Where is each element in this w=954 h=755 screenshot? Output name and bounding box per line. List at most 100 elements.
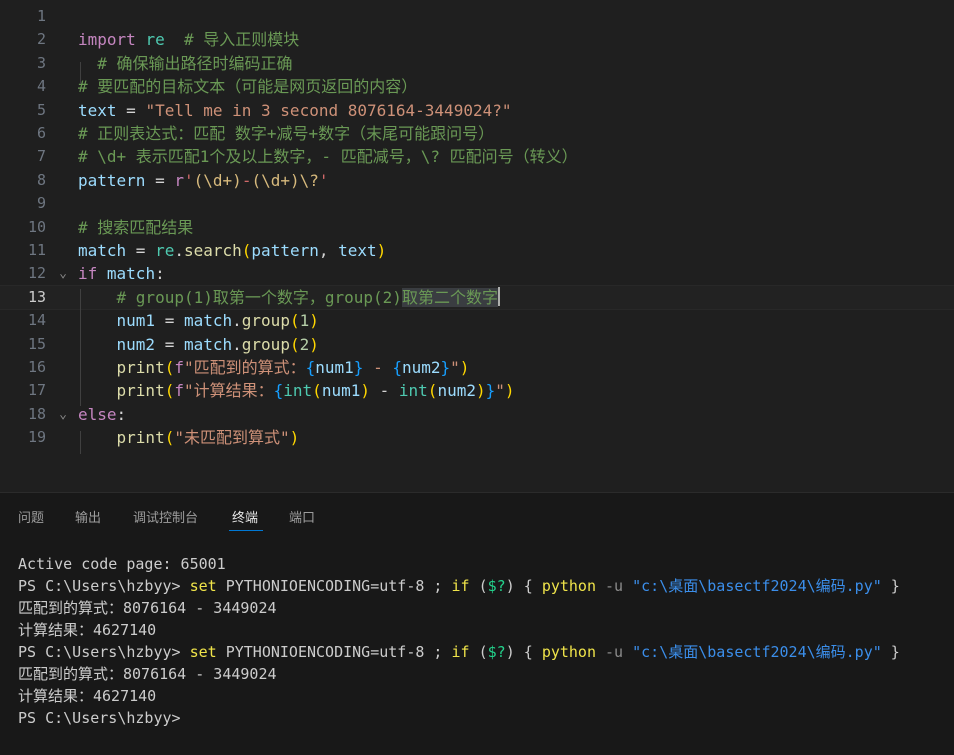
line-number: 10 — [27, 217, 46, 236]
code-token: pattern — [251, 241, 319, 260]
code-token: else — [78, 404, 117, 424]
terminal-line: PS C:\Users\hzbyy> set PYTHONIOENCODING=… — [18, 641, 948, 663]
code-token: ) — [475, 381, 486, 401]
code-token: search — [183, 241, 242, 260]
code-token: = — [155, 334, 184, 354]
code-token: match — [183, 334, 233, 354]
code-token: import — [78, 30, 136, 50]
code-token: \? — [299, 170, 319, 190]
code-line[interactable]: 9 — [0, 192, 954, 215]
code-token: . — [232, 311, 242, 331]
code-line[interactable]: 19 print("未匹配到算式") — [0, 426, 954, 449]
terminal-segment: 匹配到的算式：8076164 - 3449024 — [18, 665, 277, 683]
tab-output[interactable]: 输出 — [75, 507, 101, 526]
code-line[interactable]: 18 ⌄ else: — [0, 403, 954, 426]
code-line[interactable]: 3 # 确保输出路径时编码正确 — [0, 52, 954, 75]
code-text: print(f"计算结果：{int(num1) - int(num2)}") — [78, 379, 515, 402]
code-token: ( — [251, 170, 262, 190]
code-line[interactable]: 16 print(f"匹配到的算式：{num1} - {num2}") — [0, 356, 954, 379]
code-editor[interactable]: 1 2 import re # 导入正则模块 3 # 确保输出路径时编码正确 4 # 要匹… — [0, 0, 954, 492]
code-token: group — [241, 334, 290, 354]
tab-ports[interactable]: 端口 — [289, 507, 315, 526]
code-line[interactable]: 12 ⌄ if match: — [0, 262, 954, 285]
code-text: # \d+ 表示匹配1个及以上数字，- 匹配减号，\? 匹配问号（转义） — [78, 145, 578, 168]
code-text: text = "Tell me in 3 second 8076164-3449… — [78, 99, 511, 122]
line-number: 12 — [27, 264, 46, 283]
code-token: ( — [289, 311, 300, 331]
code-token: } — [485, 381, 496, 401]
fold-chevron-icon[interactable]: ⌄ — [56, 403, 70, 426]
code-line[interactable]: 14 num1 = match.group(1) — [0, 309, 954, 332]
code-line[interactable]: 5 text = "Tell me in 3 second 8076164-344… — [0, 99, 954, 122]
code-token: # \d+ 表示匹配1个及以上数字，- 匹配减号，\? 匹配问号（转义） — [78, 147, 578, 167]
code-line[interactable]: 11 match = re.search(pattern, text) — [0, 239, 954, 262]
line-number: 14 — [27, 311, 46, 330]
terminal-segment: 计算结果：4627140 — [18, 687, 157, 705]
code-token: match — [106, 264, 156, 284]
code-token: 2 — [299, 334, 310, 354]
terminal-segment: "c:\桌面\basectf2024\编码.py" — [632, 643, 882, 661]
line-number: 8 — [36, 170, 46, 189]
line-number: 2 — [36, 30, 46, 49]
code-token: } — [353, 358, 364, 377]
code-line[interactable]: 7 # \d+ 表示匹配1个及以上数字，- 匹配减号，\? 匹配问号（转义） — [0, 145, 954, 168]
code-token: - — [363, 358, 393, 377]
code-token: ( — [427, 381, 438, 401]
code-text: else: — [78, 403, 126, 426]
terminal-segment: PYTHONIOENCODING=utf-8 ; — [216, 577, 452, 595]
code-token: int — [283, 381, 313, 401]
terminal-output[interactable]: Active code page: 65001 PS C:\Users\hzbyy… — [18, 553, 948, 729]
code-line[interactable]: 15 num2 = match.group(2) — [0, 333, 954, 356]
code-token: print — [116, 381, 165, 401]
terminal-line: PS C:\Users\hzbyy> — [18, 707, 948, 729]
terminal-segment: } — [881, 643, 900, 661]
terminal-segment: python — [541, 577, 596, 595]
code-token: num1 — [116, 311, 156, 331]
terminal-segment: } — [881, 577, 900, 595]
code-token: ( — [241, 241, 252, 260]
code-token: " — [495, 381, 505, 401]
text-cursor — [497, 286, 500, 306]
code-token: f — [174, 358, 184, 377]
code-token: pattern — [78, 170, 146, 190]
code-token: int — [398, 381, 428, 401]
terminal-segment: PS C:\Users\hzbyy> — [18, 577, 190, 595]
code-line[interactable]: 10 # 搜索匹配结果 — [0, 216, 954, 239]
line-number: 5 — [36, 100, 46, 119]
tab-terminal[interactable]: 终端 — [232, 507, 258, 526]
code-text: if match: — [78, 262, 165, 285]
line-number: 13 — [27, 287, 46, 306]
code-token: ) — [376, 241, 387, 260]
indent-guide — [80, 62, 81, 84]
code-token: num1 — [321, 381, 361, 401]
code-token: : — [116, 404, 127, 424]
fold-chevron-icon[interactable]: ⌄ — [56, 262, 70, 285]
code-line[interactable]: 17 print(f"计算结果：{int(num1) - int(num2)}"… — [0, 379, 954, 402]
tab-problems[interactable]: 问题 — [18, 507, 44, 526]
terminal-segment: Active code page: 65001 — [18, 555, 226, 573]
code-token: ( — [164, 428, 175, 448]
code-token: = — [126, 241, 156, 260]
code-token: text — [78, 100, 117, 120]
code-line[interactable]: 6 # 正则表达式：匹配 数字+减号+数字（末尾可能跟问号） — [0, 122, 954, 145]
code-line[interactable]: 13 # group(1)取第一个数字，group(2)取第二个数字 — [0, 284, 954, 311]
code-token: num2 — [116, 334, 156, 354]
code-text: match = re.search(pattern, text) — [78, 239, 386, 262]
terminal-segment: PYTHONIOENCODING=utf-8 ; — [216, 643, 452, 661]
code-line[interactable]: 4 # 要匹配的目标文本（可能是网页返回的内容） — [0, 75, 954, 98]
code-line[interactable]: 1 — [0, 5, 954, 28]
code-token: ' — [318, 170, 329, 190]
code-line[interactable]: 8 pattern = r'(\d+)-(\d+)\?' — [0, 169, 954, 192]
code-token: ) — [504, 381, 515, 401]
code-line[interactable]: 2 import re # 导入正则模块 — [0, 28, 954, 51]
code-token: r — [174, 170, 184, 190]
code-token: "Tell me in 3 second 8076164-3449024?" — [145, 100, 512, 120]
code-token: # 要匹配的目标文本（可能是网页返回的内容） — [78, 77, 418, 97]
code-token: "计算结果： — [183, 381, 274, 401]
code-token: } — [440, 358, 451, 377]
code-token: { — [273, 381, 284, 401]
code-token: num1 — [315, 358, 354, 377]
terminal-line: 匹配到的算式：8076164 - 3449024 — [18, 597, 948, 619]
tab-debug-console[interactable]: 调试控制台 — [133, 507, 198, 526]
